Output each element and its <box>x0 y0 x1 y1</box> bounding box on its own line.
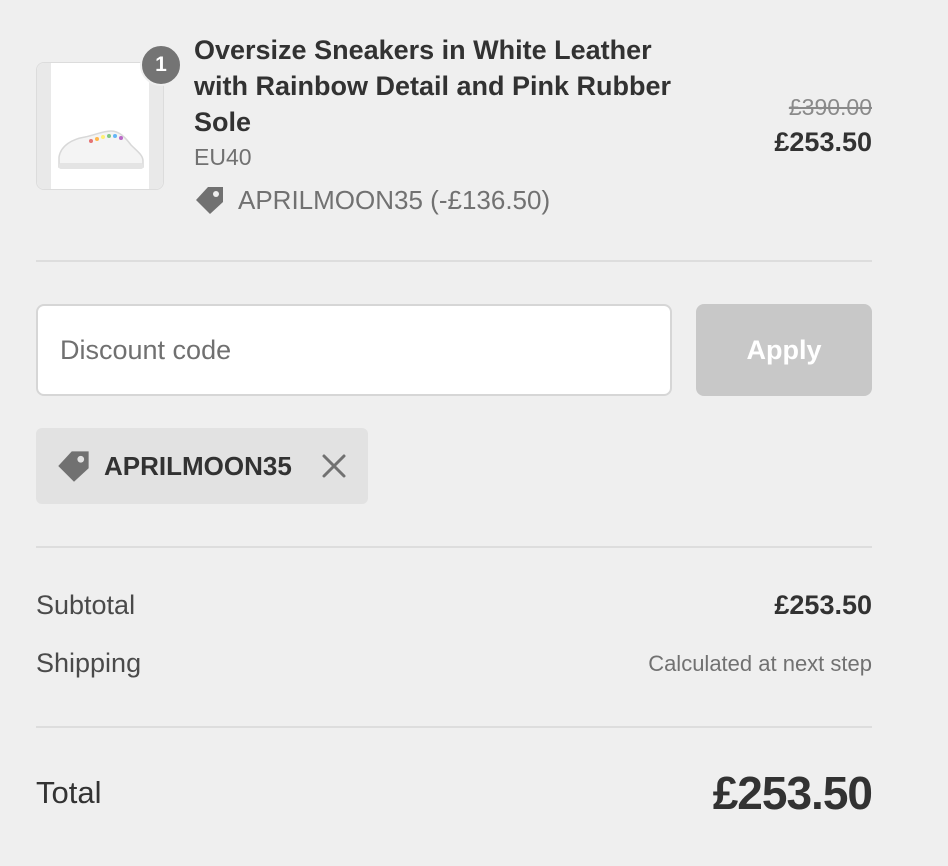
subtotal-label: Subtotal <box>36 590 136 620</box>
subtotal-value: £253.50 <box>774 590 872 620</box>
applied-discount-tag: APRILMOON35 <box>36 428 368 504</box>
close-icon <box>322 454 346 478</box>
line-discount-label: APRILMOON35 (-£136.50) <box>238 184 551 215</box>
discount-code-input[interactable] <box>36 304 672 396</box>
tag-icon <box>58 451 89 482</box>
divider <box>36 726 872 728</box>
remove-discount-button[interactable] <box>318 450 350 482</box>
applied-code-label: APRILMOON35 <box>104 450 292 481</box>
apply-button[interactable]: Apply <box>696 304 872 396</box>
subtotal-row: Subtotal £253.50 <box>36 590 872 621</box>
divider <box>36 260 872 262</box>
product-variant: EU40 <box>194 144 252 170</box>
quantity-badge: 1 <box>140 44 182 86</box>
original-price: £390.00 <box>788 94 872 120</box>
shipping-value: Calculated at next step <box>648 650 872 676</box>
product-name: Oversize Sneakers in White Leather with … <box>194 35 672 137</box>
divider <box>36 546 872 548</box>
discounted-price: £253.50 <box>774 127 872 157</box>
line-discount: APRILMOON35 (-£136.50) <box>194 184 550 216</box>
product-line-item: 1 Oversize Sneakers in White Leather wit… <box>36 0 872 262</box>
total-row: Total £253.50 <box>36 766 873 820</box>
product-prices: £390.00 £253.50 <box>774 92 872 162</box>
total-value: £253.50 <box>712 767 873 819</box>
shipping-row: Shipping Calculated at next step <box>36 648 872 679</box>
total-label: Total <box>36 775 102 810</box>
product-thumbnail <box>36 62 164 190</box>
tag-icon <box>196 187 223 214</box>
order-summary: 1 Oversize Sneakers in White Leather wit… <box>36 0 873 866</box>
sneaker-image <box>58 130 144 169</box>
shipping-label: Shipping <box>36 648 142 678</box>
